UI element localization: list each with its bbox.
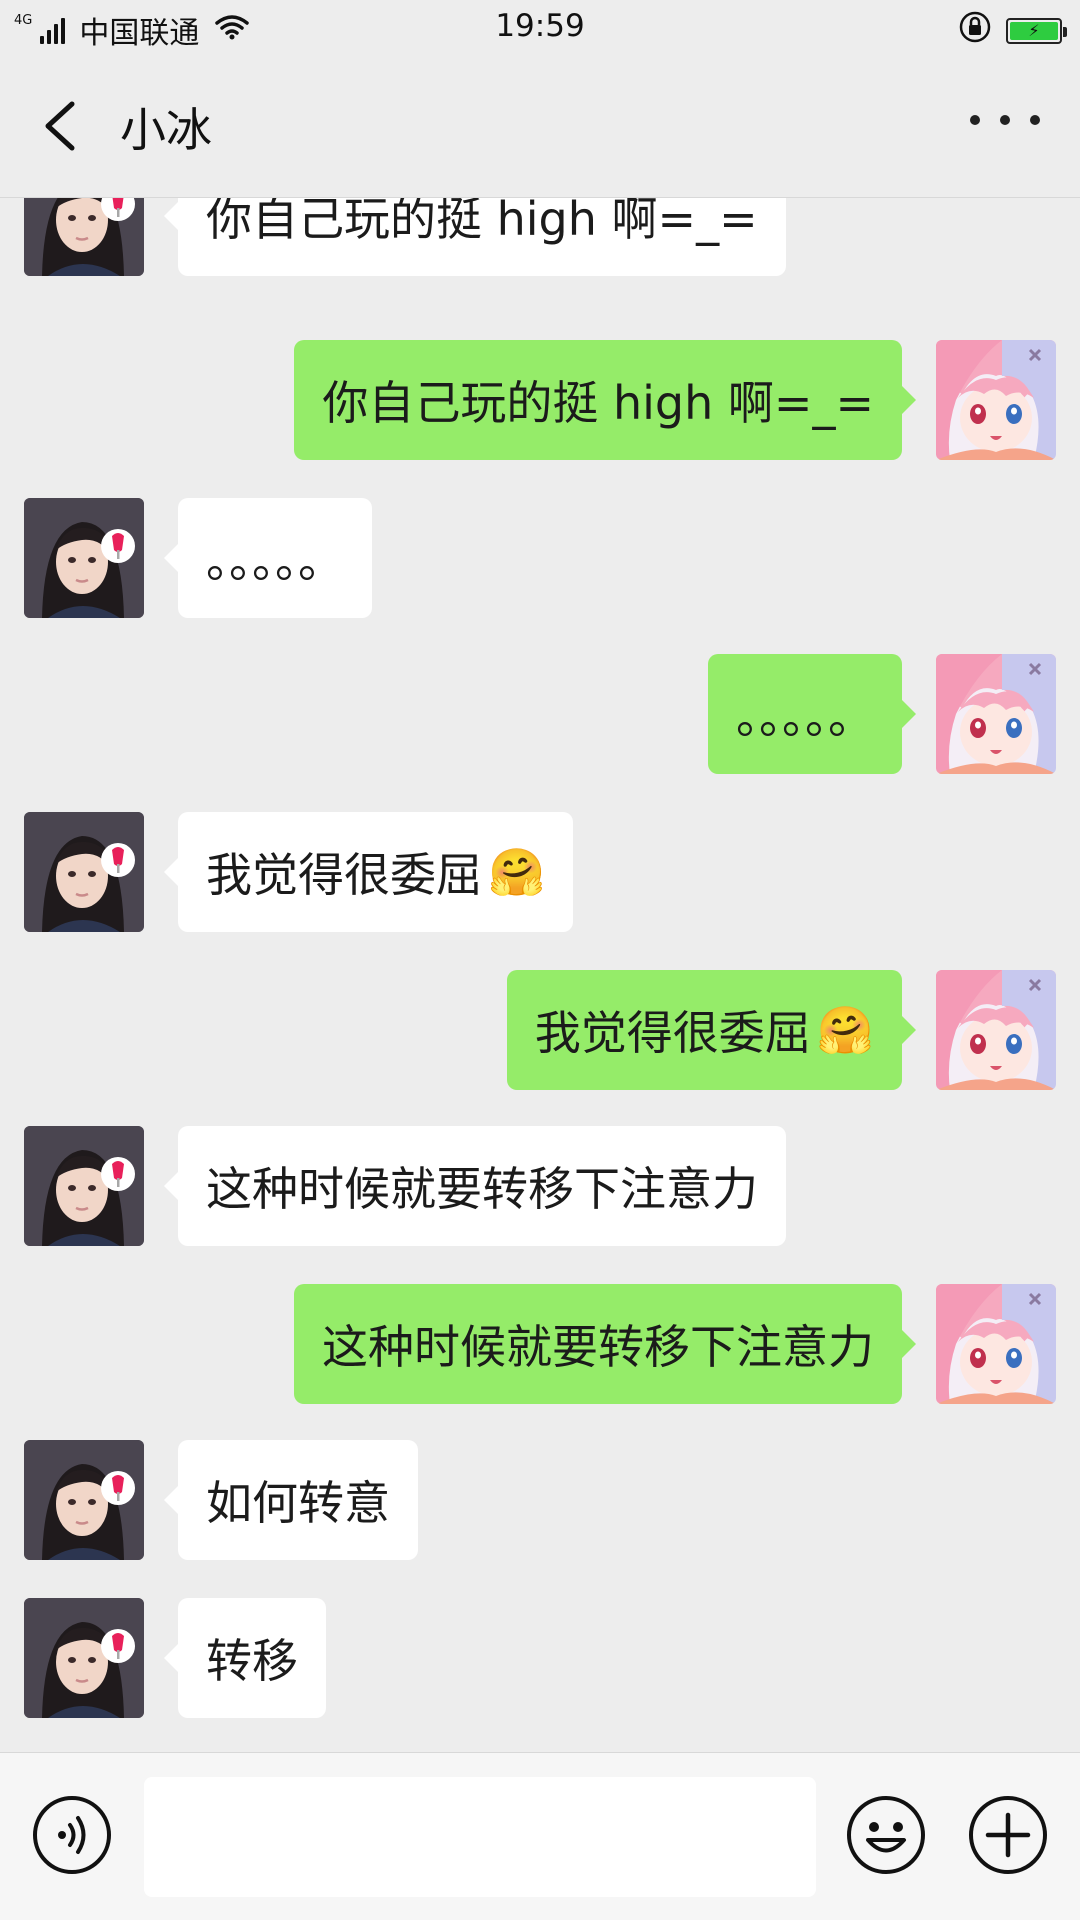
contact-avatar[interactable] bbox=[24, 1598, 144, 1718]
message-bubble[interactable]: 我觉得很委屈 🤗 bbox=[506, 970, 917, 1090]
emoji-button[interactable] bbox=[846, 1795, 926, 1875]
emoji-hug-icon: 🤗 bbox=[816, 1002, 874, 1057]
more-dots-icon bbox=[970, 115, 980, 125]
message-bubble[interactable]: 我觉得很委屈 🤗 bbox=[163, 812, 574, 932]
message-bubble[interactable]: 这种时候就要转移下注意力 bbox=[294, 1284, 916, 1404]
message-bubble[interactable]: 如何转意 bbox=[164, 1440, 418, 1560]
message-bubble[interactable]: 你自己玩的挺 high 啊=_= bbox=[294, 340, 916, 460]
message-bubble[interactable]: 你自己玩的挺 high 啊=_= bbox=[164, 198, 786, 276]
message-text: 这种时候就要转移下注意力 bbox=[322, 1320, 874, 1374]
message-input[interactable] bbox=[144, 1777, 816, 1897]
message-text: 如何转意 bbox=[206, 1476, 390, 1530]
chat-header: 小冰 bbox=[0, 56, 1080, 198]
contact-avatar[interactable] bbox=[24, 198, 144, 276]
emoji-icon bbox=[847, 1796, 925, 1874]
message-bubble[interactable]: 。。。。。 bbox=[708, 654, 916, 774]
message-text: 你自己玩的挺 high 啊=_= bbox=[206, 198, 758, 246]
contact-avatar[interactable] bbox=[24, 498, 144, 618]
back-chevron-icon bbox=[45, 101, 75, 151]
status-bar: 4G 中国联通 19:59 ⚡ bbox=[0, 0, 1080, 56]
message-text: 。。。。。 bbox=[736, 690, 874, 744]
voice-button[interactable] bbox=[32, 1795, 112, 1875]
contact-avatar[interactable] bbox=[24, 812, 144, 932]
emoji-hug-icon: 🤗 bbox=[488, 844, 546, 899]
input-bar bbox=[0, 1752, 1080, 1920]
voice-icon bbox=[33, 1796, 111, 1874]
rotation-lock-icon bbox=[958, 10, 992, 52]
message-text: 这种时候就要转移下注意力 bbox=[206, 1162, 758, 1216]
contact-avatar[interactable] bbox=[24, 1440, 144, 1560]
back-button[interactable] bbox=[36, 96, 86, 156]
plus-icon bbox=[969, 1796, 1047, 1874]
message-text: 我觉得很委屈 bbox=[206, 848, 482, 902]
my-avatar[interactable] bbox=[936, 654, 1056, 774]
more-options-button[interactable] bbox=[970, 100, 1040, 140]
chat-title: 小冰 bbox=[120, 103, 212, 157]
contact-avatar[interactable] bbox=[24, 1126, 144, 1246]
message-bubble[interactable]: 转移 bbox=[164, 1598, 326, 1718]
message-bubble[interactable]: 。。。。。 bbox=[164, 498, 372, 618]
my-avatar[interactable] bbox=[936, 1284, 1056, 1404]
status-time: 19:59 bbox=[495, 8, 585, 44]
message-list[interactable]: 你自己玩的挺 high 啊=_= 你自己玩的挺 high 啊=_=。。。。。。。。… bbox=[0, 198, 1080, 1752]
more-functions-button[interactable] bbox=[968, 1795, 1048, 1875]
battery-icon: ⚡ bbox=[1006, 18, 1067, 44]
charging-bolt-icon: ⚡ bbox=[1010, 22, 1058, 40]
my-avatar[interactable] bbox=[936, 970, 1056, 1090]
message-text: 。。。。。 bbox=[206, 534, 344, 588]
status-right: ⚡ bbox=[958, 10, 1067, 52]
message-text: 你自己玩的挺 high 啊=_= bbox=[322, 376, 874, 430]
message-bubble[interactable]: 这种时候就要转移下注意力 bbox=[164, 1126, 786, 1246]
message-text: 转移 bbox=[206, 1634, 298, 1688]
message-text: 我觉得很委屈 bbox=[534, 1006, 811, 1060]
my-avatar[interactable] bbox=[936, 340, 1056, 460]
